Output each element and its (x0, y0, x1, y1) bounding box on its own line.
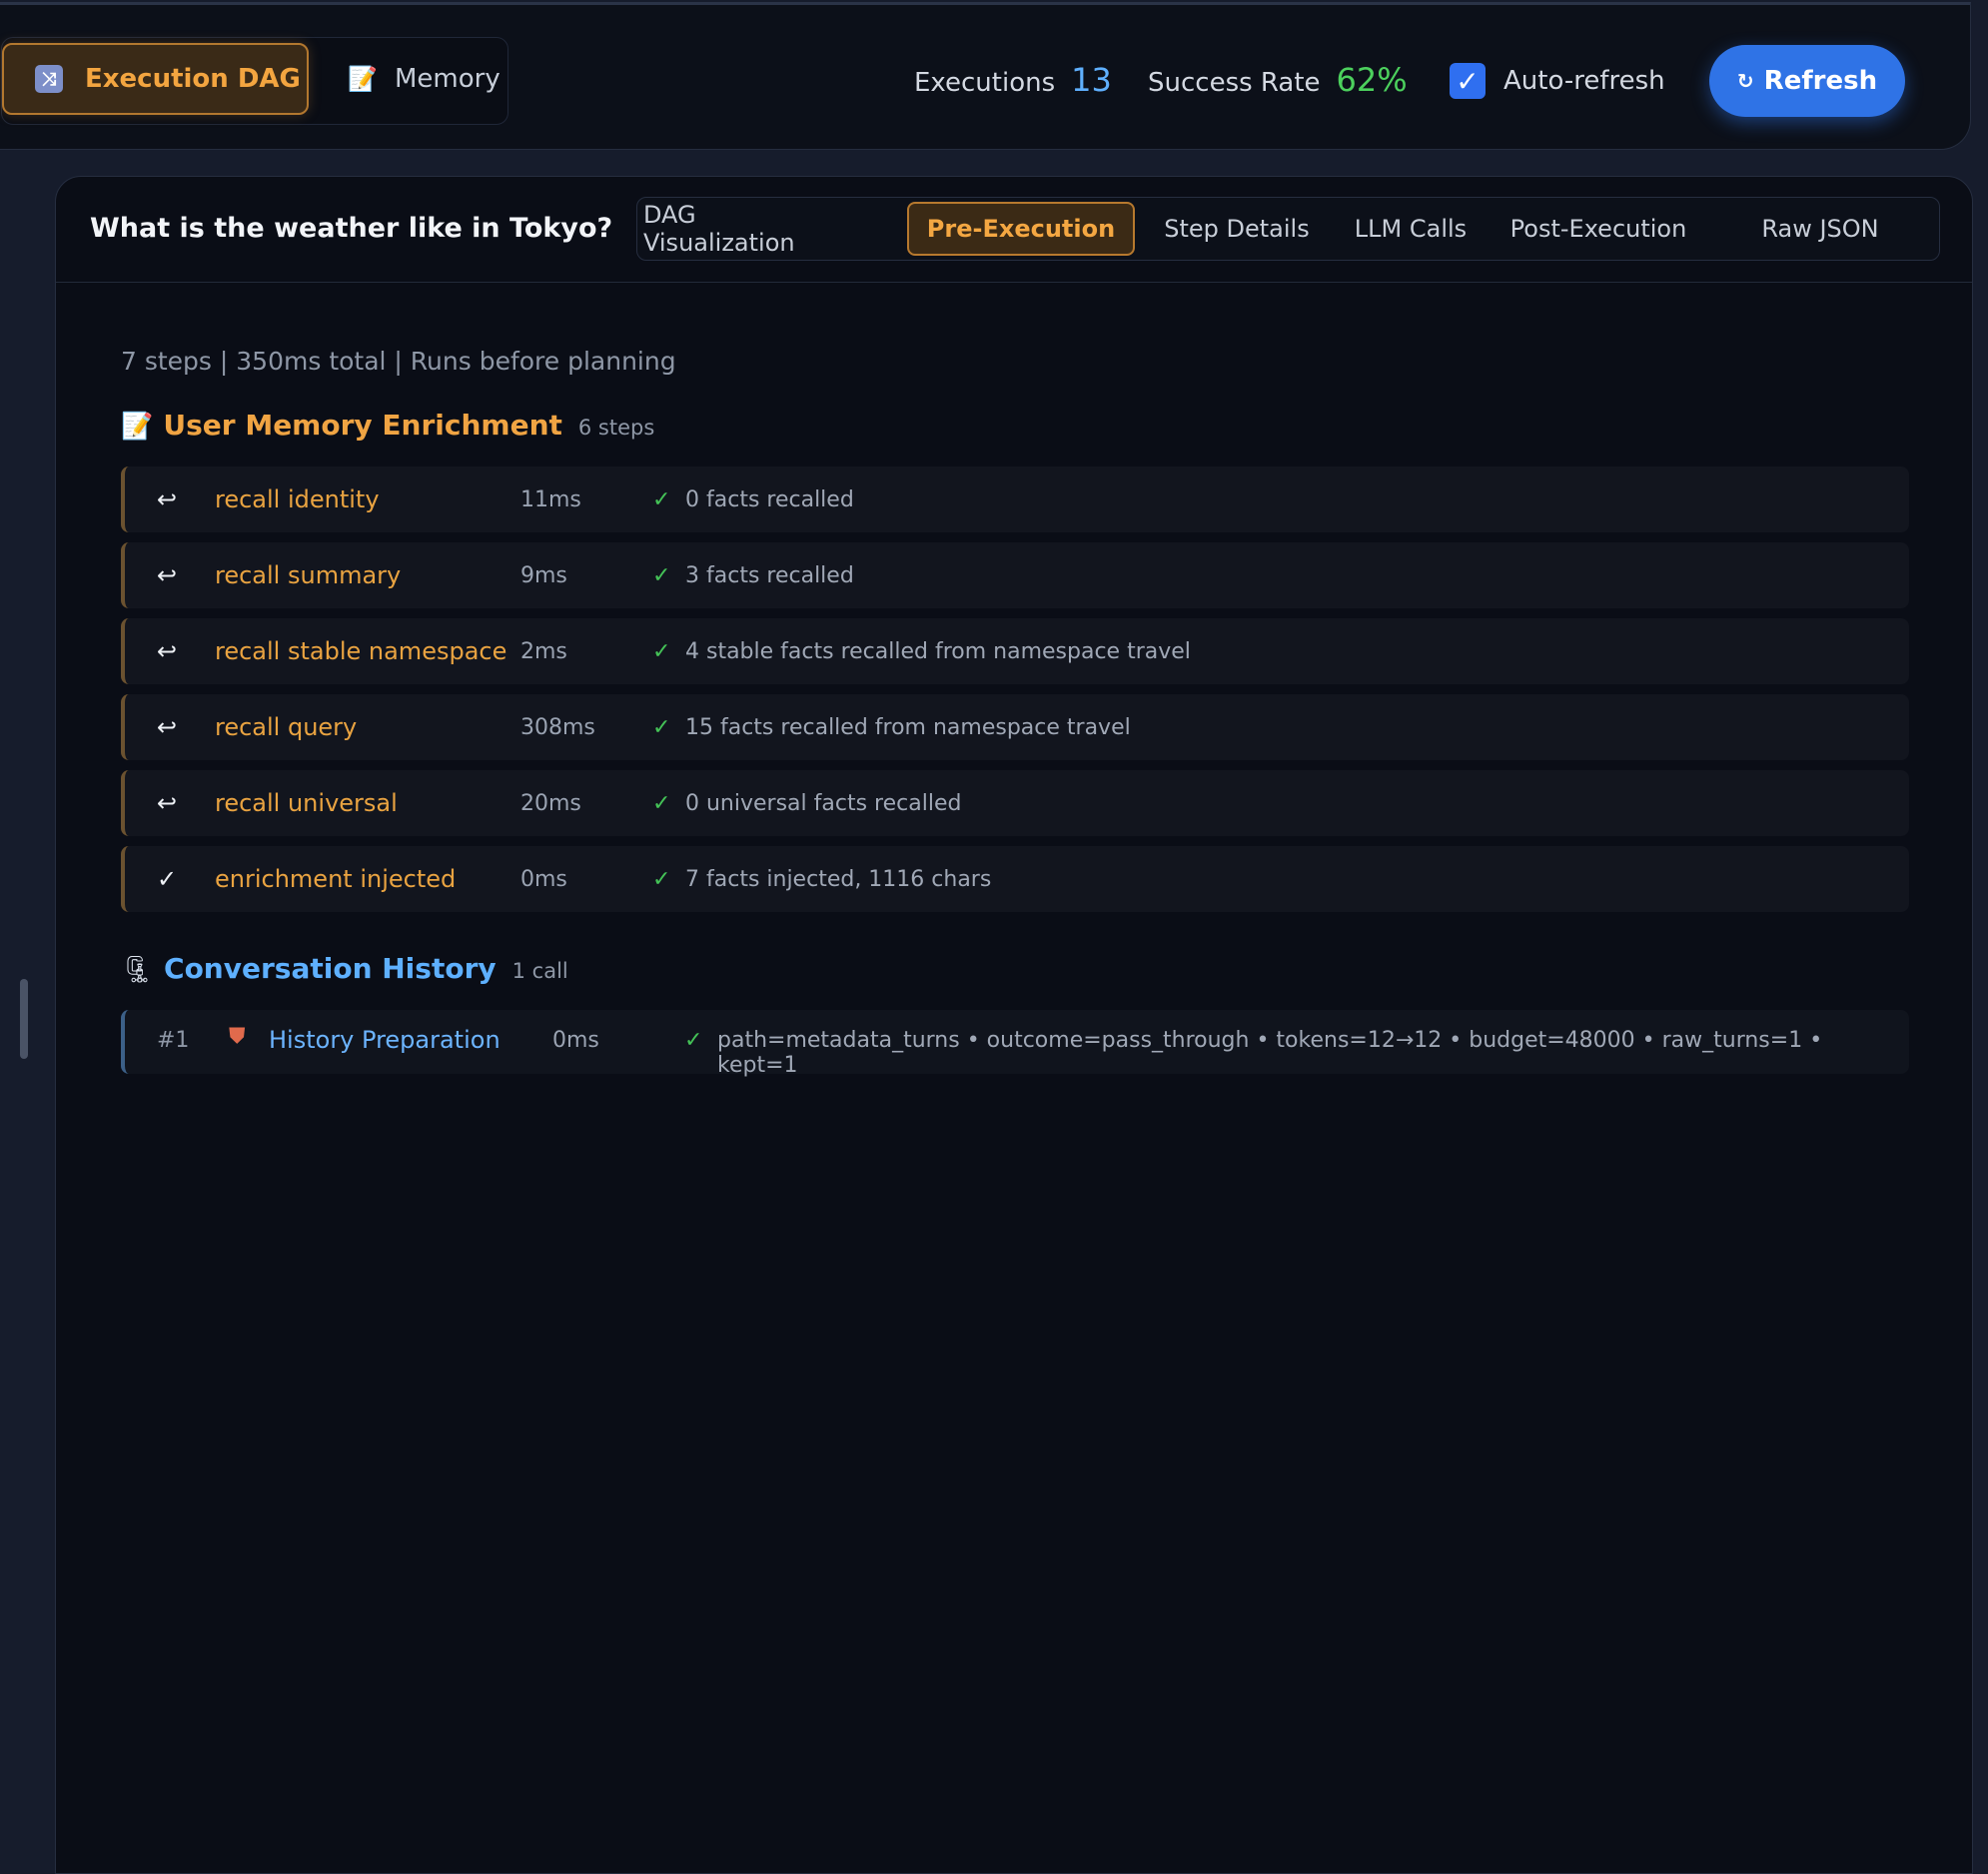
refresh-label: Refresh (1763, 66, 1878, 96)
memory-section-count: 6 steps (577, 416, 655, 440)
step-duration: 11ms (520, 486, 581, 512)
view-memory-button[interactable]: 📝 Memory (327, 43, 500, 115)
memory-section-title: User Memory Enrichment (163, 409, 562, 442)
auto-refresh-label: Auto-refresh (1503, 66, 1665, 96)
memory-step-row[interactable]: ↩ recall universal 20ms ✓ 0 universal fa… (121, 770, 1909, 836)
step-detail: 15 facts recalled from namespace travel (685, 714, 1131, 740)
step-detail: 3 facts recalled (685, 562, 854, 588)
step-name: recall query (215, 713, 358, 741)
step-duration: 308ms (520, 714, 595, 740)
memo-icon: 📝 (348, 65, 378, 93)
detail-tabs: DAG Visualization Pre-Execution Step Det… (636, 197, 1940, 261)
return-icon: ↩ (157, 485, 178, 513)
return-icon: ↩ (157, 561, 178, 589)
step-name: recall stable namespace (215, 637, 507, 665)
call-number: #1 (157, 1028, 190, 1053)
step-duration: 9ms (520, 562, 567, 588)
memory-section-header: 📝 User Memory Enrichment 6 steps (121, 409, 654, 442)
executions-stat: Executions 13 (914, 61, 1112, 99)
view-switcher: ⤨ Execution DAG 📝 Memory (1, 37, 508, 125)
shield-icon: ⛊ (229, 1024, 246, 1049)
call-name: History Preparation (269, 1026, 500, 1054)
return-icon: ↩ (157, 713, 178, 741)
top-bar: ⤨ Execution DAG 📝 Memory Executions 13 S… (0, 2, 1971, 150)
auto-refresh-checkbox[interactable]: ✓ (1450, 63, 1486, 99)
step-detail: 0 universal facts recalled (685, 790, 962, 816)
clamp-icon: 🗜 (121, 955, 155, 985)
step-duration: 20ms (520, 790, 581, 816)
tab-raw-json[interactable]: Raw JSON (1730, 202, 1910, 256)
success-rate-label: Success Rate (1148, 68, 1321, 98)
check-icon: ✓ (652, 866, 671, 892)
history-section-count: 1 call (511, 959, 568, 983)
memory-step-row[interactable]: ↩ recall identity 11ms ✓ 0 facts recalle… (121, 467, 1909, 532)
check-icon: ✓ (652, 790, 671, 816)
memory-step-row[interactable]: ↩ recall summary 9ms ✓ 3 facts recalled (121, 542, 1909, 608)
step-name: recall summary (215, 561, 402, 589)
executions-label: Executions (914, 68, 1056, 98)
history-section-header: 🗜 Conversation History 1 call (121, 952, 568, 985)
tab-post-execution[interactable]: Post-Execution (1498, 202, 1698, 256)
refresh-icon: ↻ (1736, 69, 1754, 93)
memory-step-row[interactable]: ↩ recall stable namespace 2ms ✓ 4 stable… (121, 618, 1909, 684)
tab-dag-visualization[interactable]: DAG Visualization (643, 201, 848, 257)
auto-refresh-toggle[interactable]: ✓ Auto-refresh (1450, 63, 1665, 99)
view-execution-dag-button[interactable]: ⤨ Execution DAG (2, 43, 309, 115)
step-name: recall universal (215, 789, 398, 817)
tab-llm-calls[interactable]: LLM Calls (1341, 202, 1481, 256)
check-icon: ✓ (652, 562, 671, 588)
step-name: recall identity (215, 485, 380, 513)
history-section-title: Conversation History (164, 952, 497, 985)
tab-step-details[interactable]: Step Details (1147, 202, 1327, 256)
memory-step-row[interactable]: ✓ enrichment injected 0ms ✓ 7 facts inje… (121, 846, 1909, 912)
call-duration: 0ms (552, 1028, 599, 1053)
check-icon: ✓ (652, 638, 671, 664)
query-title: What is the weather like in Tokyo? (90, 213, 613, 244)
check-icon: ✓ (652, 714, 671, 740)
return-icon: ↩ (157, 637, 178, 665)
tab-pre-execution[interactable]: Pre-Execution (907, 202, 1135, 256)
shuffle-icon: ⤨ (35, 65, 63, 93)
step-detail: 4 stable facts recalled from namespace t… (685, 638, 1191, 664)
return-icon: ↩ (157, 789, 178, 817)
memo-icon: 📝 (121, 412, 154, 442)
view-execution-dag-label: Execution DAG (85, 64, 301, 94)
checkmark-icon: ✓ (157, 865, 178, 893)
step-detail: 7 facts injected, 1116 chars (685, 866, 992, 892)
success-rate-value: 62% (1336, 61, 1408, 99)
step-name: enrichment injected (215, 865, 457, 893)
step-duration: 0ms (520, 866, 567, 892)
success-rate-stat: Success Rate 62% (1148, 61, 1408, 99)
memory-step-row[interactable]: ↩ recall query 308ms ✓ 15 facts recalled… (121, 694, 1909, 760)
view-memory-label: Memory (395, 64, 500, 94)
scrollbar-handle[interactable] (20, 979, 28, 1059)
executions-value: 13 (1071, 61, 1112, 99)
check-icon: ✓ (652, 486, 671, 512)
history-call-row[interactable]: #1 ⛊ History Preparation 0ms ✓ path=meta… (121, 1010, 1909, 1078)
check-icon: ✓ (684, 1028, 703, 1053)
execution-detail-panel: What is the weather like in Tokyo? DAG V… (55, 176, 1973, 1874)
step-detail: 0 facts recalled (685, 486, 854, 512)
step-duration: 2ms (520, 638, 567, 664)
call-detail: path=metadata_turns • outcome=pass_throu… (717, 1028, 1823, 1078)
panel-header: What is the weather like in Tokyo? DAG V… (56, 177, 1972, 283)
pre-execution-summary: 7 steps | 350ms total | Runs before plan… (121, 347, 676, 376)
refresh-button[interactable]: ↻ Refresh (1709, 45, 1905, 117)
